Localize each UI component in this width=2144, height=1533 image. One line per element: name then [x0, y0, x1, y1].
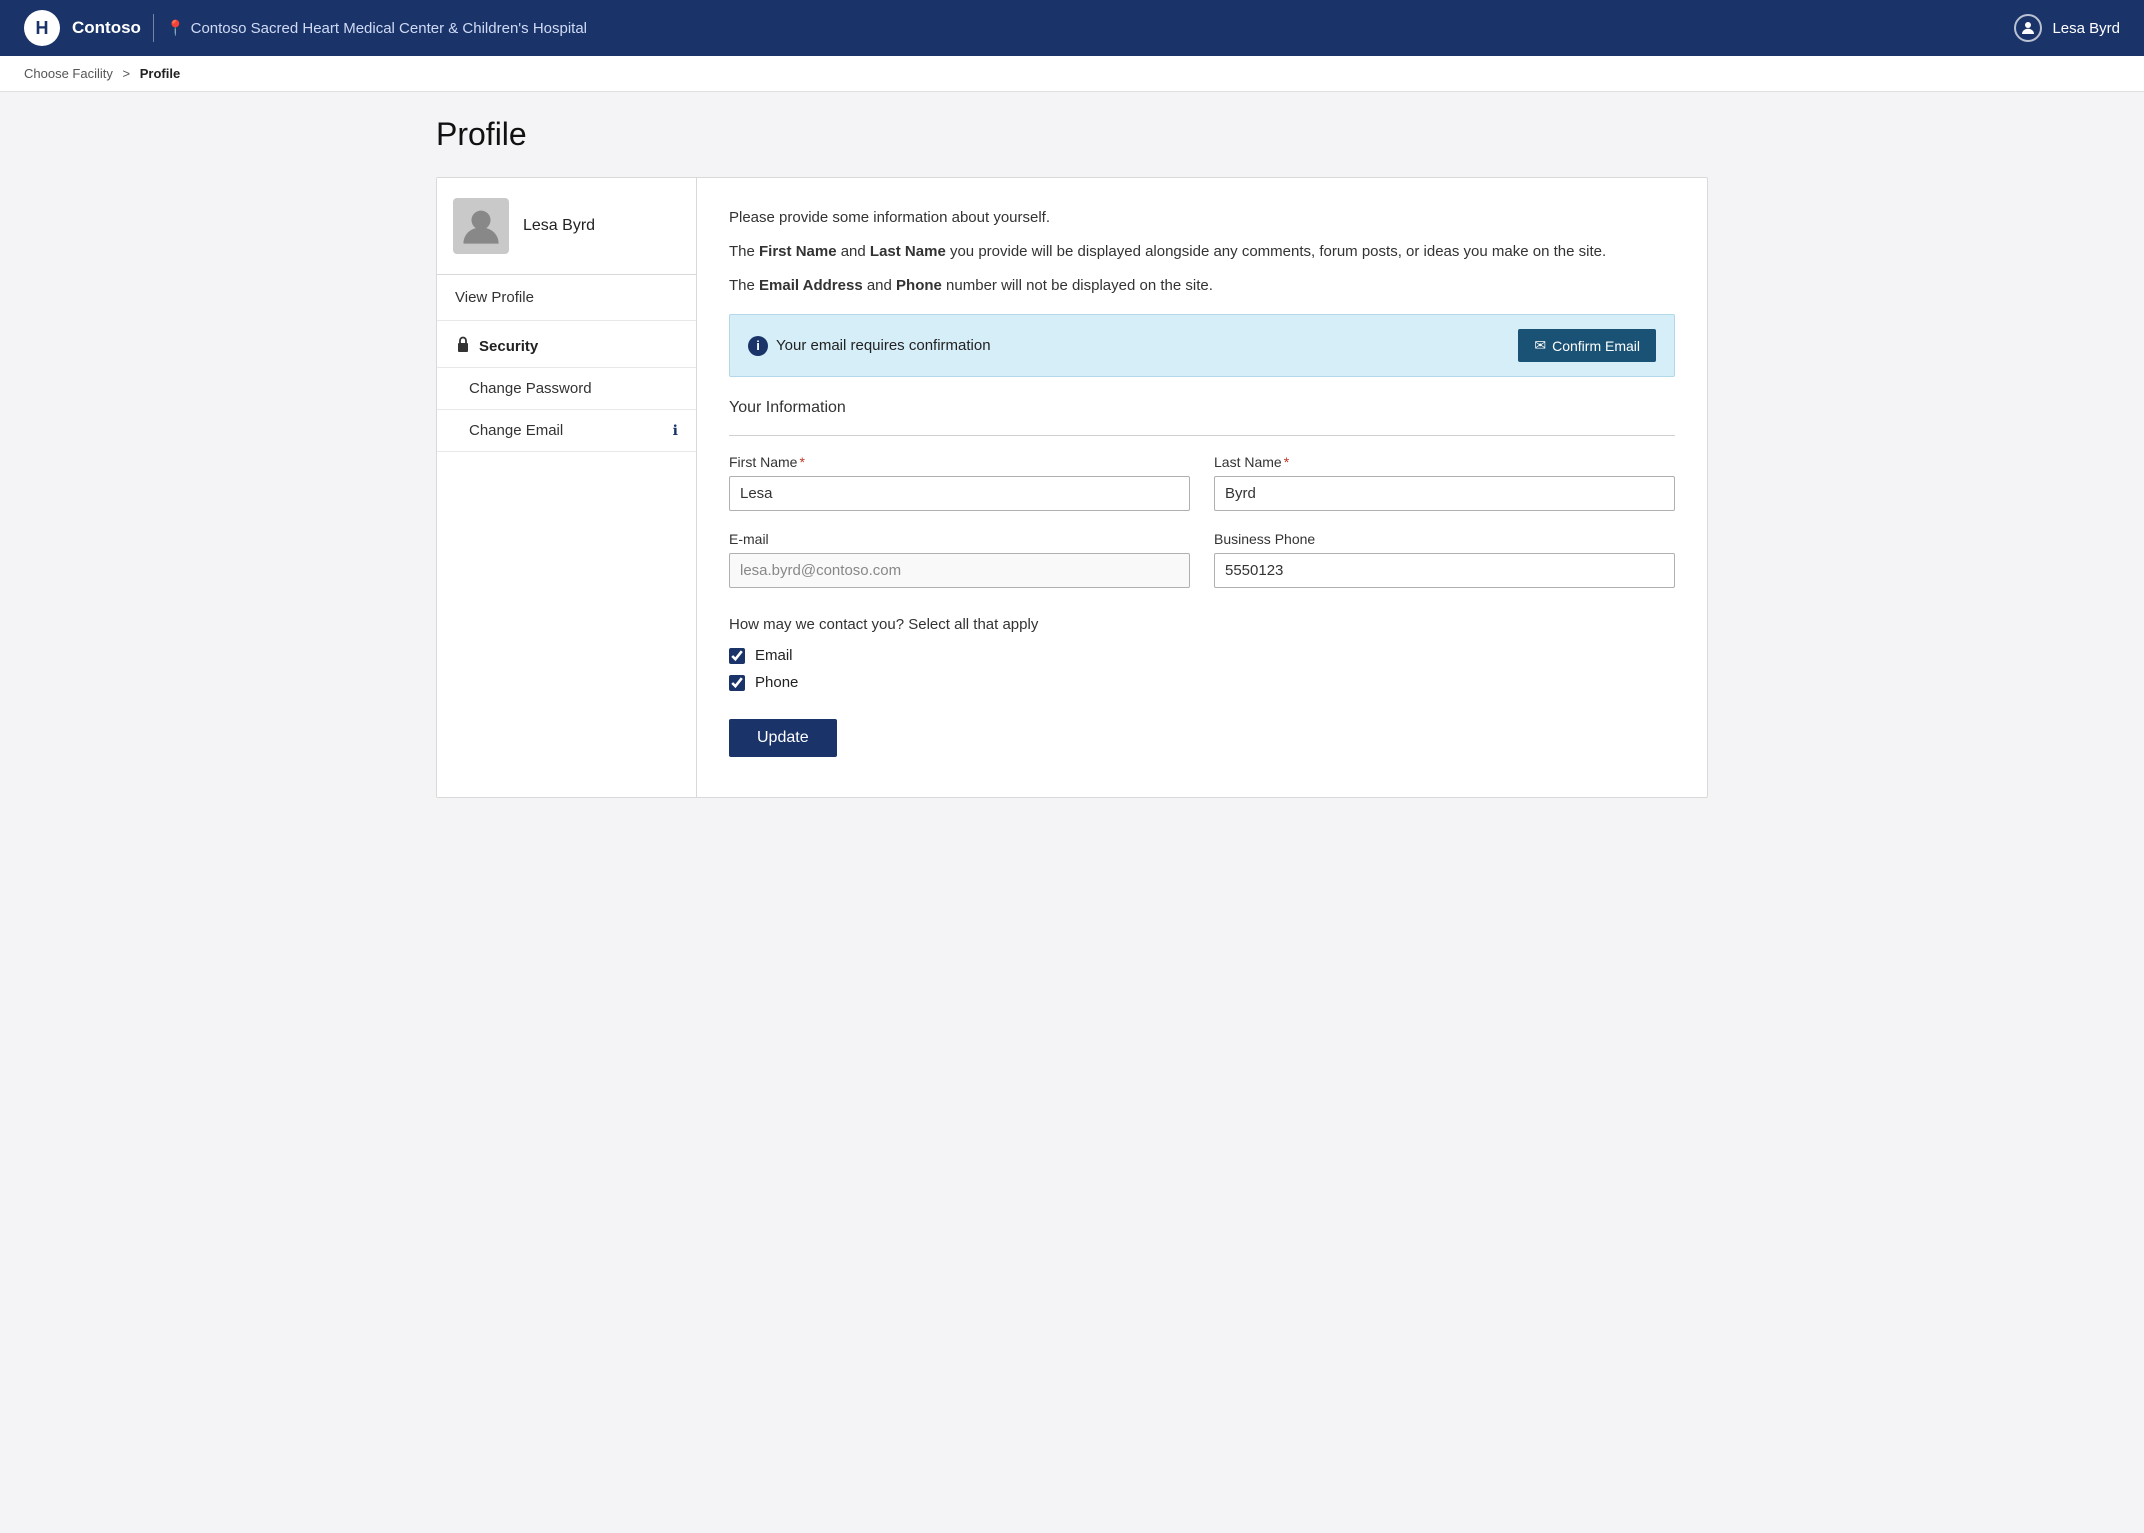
first-name-required: *: [799, 454, 804, 470]
sidebar: Lesa Byrd View Profile Security Change P…: [437, 178, 697, 797]
sidebar-item-change-password[interactable]: Change Password: [437, 368, 696, 410]
page-title: Profile: [436, 116, 1708, 153]
contact-email-option[interactable]: Email: [729, 647, 1675, 664]
main-content: Please provide some information about yo…: [697, 178, 1707, 797]
last-name-group: Last Name*: [1214, 454, 1675, 511]
contact-phone-label: Phone: [755, 674, 798, 691]
header-divider: [153, 14, 154, 42]
breadcrumb-current: Profile: [140, 66, 180, 81]
alert-banner-left: i Your email requires confirmation: [748, 336, 991, 356]
contact-email-label: Email: [755, 647, 793, 664]
change-password-label: Change Password: [469, 380, 592, 397]
confirm-email-button[interactable]: ✉ Confirm Email: [1518, 329, 1656, 362]
sidebar-avatar: [453, 198, 509, 254]
email-input[interactable]: [729, 553, 1190, 588]
intro-line-1: Please provide some information about yo…: [729, 206, 1675, 230]
security-label: Security: [479, 338, 538, 355]
user-avatar-icon: [2014, 14, 2042, 42]
sidebar-item-view-profile[interactable]: View Profile: [437, 275, 696, 321]
sidebar-profile-card: Lesa Byrd: [437, 178, 696, 275]
alert-message: Your email requires confirmation: [776, 337, 991, 354]
phone-input[interactable]: [1214, 553, 1675, 588]
contact-phone-option[interactable]: Phone: [729, 674, 1675, 691]
email-label: E-mail: [729, 531, 1190, 547]
change-email-alert-icon: ℹ: [673, 422, 678, 439]
email-phone-row: E-mail Business Phone: [729, 531, 1675, 588]
first-name-input[interactable]: [729, 476, 1190, 511]
content-wrapper: Lesa Byrd View Profile Security Change P…: [436, 177, 1708, 798]
intro-line-2: The First Name and Last Name you provide…: [729, 240, 1675, 264]
last-name-input[interactable]: [1214, 476, 1675, 511]
contact-email-checkbox[interactable]: [729, 648, 745, 664]
confirm-email-label: Confirm Email: [1552, 338, 1640, 354]
your-information-section: Your Information First Name* Last Name*: [729, 399, 1675, 588]
contact-phone-checkbox[interactable]: [729, 675, 745, 691]
envelope-icon: ✉: [1534, 337, 1546, 354]
email-group: E-mail: [729, 531, 1190, 588]
update-button[interactable]: Update: [729, 719, 837, 757]
sidebar-username: Lesa Byrd: [523, 217, 595, 235]
lock-icon: [455, 335, 471, 357]
header-right: Lesa Byrd: [2014, 14, 2120, 42]
header-username: Lesa Byrd: [2052, 20, 2120, 37]
pin-icon: 📍: [166, 19, 185, 37]
sidebar-item-change-email[interactable]: Change Email ℹ: [437, 410, 696, 452]
your-information-label: Your Information: [729, 399, 1675, 417]
first-name-group: First Name*: [729, 454, 1190, 511]
first-name-label: First Name*: [729, 454, 1190, 470]
contact-section-label: How may we contact you? Select all that …: [729, 616, 1675, 633]
facility-name: 📍 Contoso Sacred Heart Medical Center & …: [166, 19, 587, 37]
breadcrumb-parent[interactable]: Choose Facility: [24, 66, 113, 81]
change-email-label: Change Email: [469, 422, 563, 439]
view-profile-label: View Profile: [455, 289, 534, 306]
brand-name: Contoso: [72, 18, 141, 38]
header-logo: H: [24, 10, 60, 46]
phone-label: Business Phone: [1214, 531, 1675, 547]
page-container: Profile Lesa Byrd View Profile: [412, 92, 1732, 1532]
section-divider: [729, 435, 1675, 436]
header-left: H Contoso 📍 Contoso Sacred Heart Medical…: [24, 10, 587, 46]
intro-line-3: The Email Address and Phone number will …: [729, 274, 1675, 298]
phone-group: Business Phone: [1214, 531, 1675, 588]
contact-options: Email Phone: [729, 647, 1675, 691]
email-confirmation-banner: i Your email requires confirmation ✉ Con…: [729, 314, 1675, 377]
alert-info-icon: i: [748, 336, 768, 356]
breadcrumb: Choose Facility > Profile: [0, 56, 2144, 92]
sidebar-security-section: Security: [437, 321, 696, 368]
last-name-label: Last Name*: [1214, 454, 1675, 470]
header: H Contoso 📍 Contoso Sacred Heart Medical…: [0, 0, 2144, 56]
last-name-required: *: [1284, 454, 1289, 470]
name-row: First Name* Last Name*: [729, 454, 1675, 511]
